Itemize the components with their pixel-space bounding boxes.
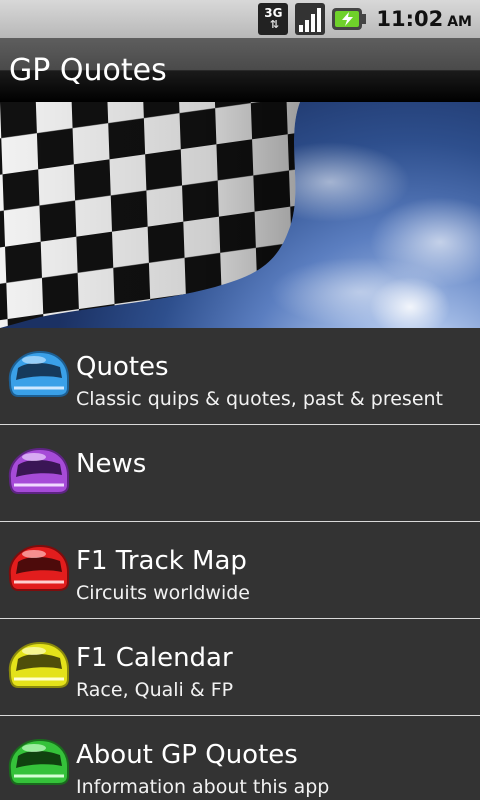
menu-item-title: Quotes xyxy=(76,352,169,382)
menu-item-title: F1 Track Map xyxy=(76,546,247,576)
menu-item-title: F1 Calendar xyxy=(76,643,233,673)
menu-item-news[interactable]: News xyxy=(0,425,480,522)
app-title: GP Quotes xyxy=(9,52,167,88)
menu-item-subtitle: Circuits worldwide xyxy=(76,582,250,604)
checkered-flag-banner xyxy=(0,102,480,328)
racing-helmet-icon xyxy=(8,641,69,688)
battery-charging-icon xyxy=(332,6,367,32)
menu-item-title: About GP Quotes xyxy=(76,740,298,770)
menu-item-calendar[interactable]: F1 Calendar Race, Quali & FP xyxy=(0,619,480,716)
clock: 11:02 AM xyxy=(376,7,472,31)
menu-item-title: News xyxy=(76,449,147,479)
main-menu-list: Quotes Classic quips & quotes, past & pr… xyxy=(0,328,480,800)
status-bar: 3G ⇅ 11:02 AM xyxy=(0,0,480,38)
menu-item-subtitle: Information about this app xyxy=(76,776,330,798)
menu-item-about[interactable]: About GP Quotes Information about this a… xyxy=(0,716,480,800)
racing-helmet-icon xyxy=(8,350,69,397)
3g-data-icon: 3G ⇅ xyxy=(258,3,289,35)
racing-helmet-icon xyxy=(8,447,69,494)
menu-item-subtitle: Classic quips & quotes, past & present xyxy=(76,388,444,410)
racing-helmet-icon xyxy=(8,544,69,591)
app-title-bar: GP Quotes xyxy=(0,38,480,102)
menu-item-track-map[interactable]: F1 Track Map Circuits worldwide xyxy=(0,522,480,619)
racing-helmet-icon xyxy=(8,738,69,785)
clock-time: 11:02 xyxy=(376,7,444,31)
signal-strength-icon xyxy=(294,3,326,35)
menu-item-quotes[interactable]: Quotes Classic quips & quotes, past & pr… xyxy=(0,328,480,425)
menu-item-subtitle: Race, Quali & FP xyxy=(76,679,234,701)
checkered-flag-image xyxy=(0,102,480,328)
clock-ampm: AM xyxy=(447,14,472,30)
